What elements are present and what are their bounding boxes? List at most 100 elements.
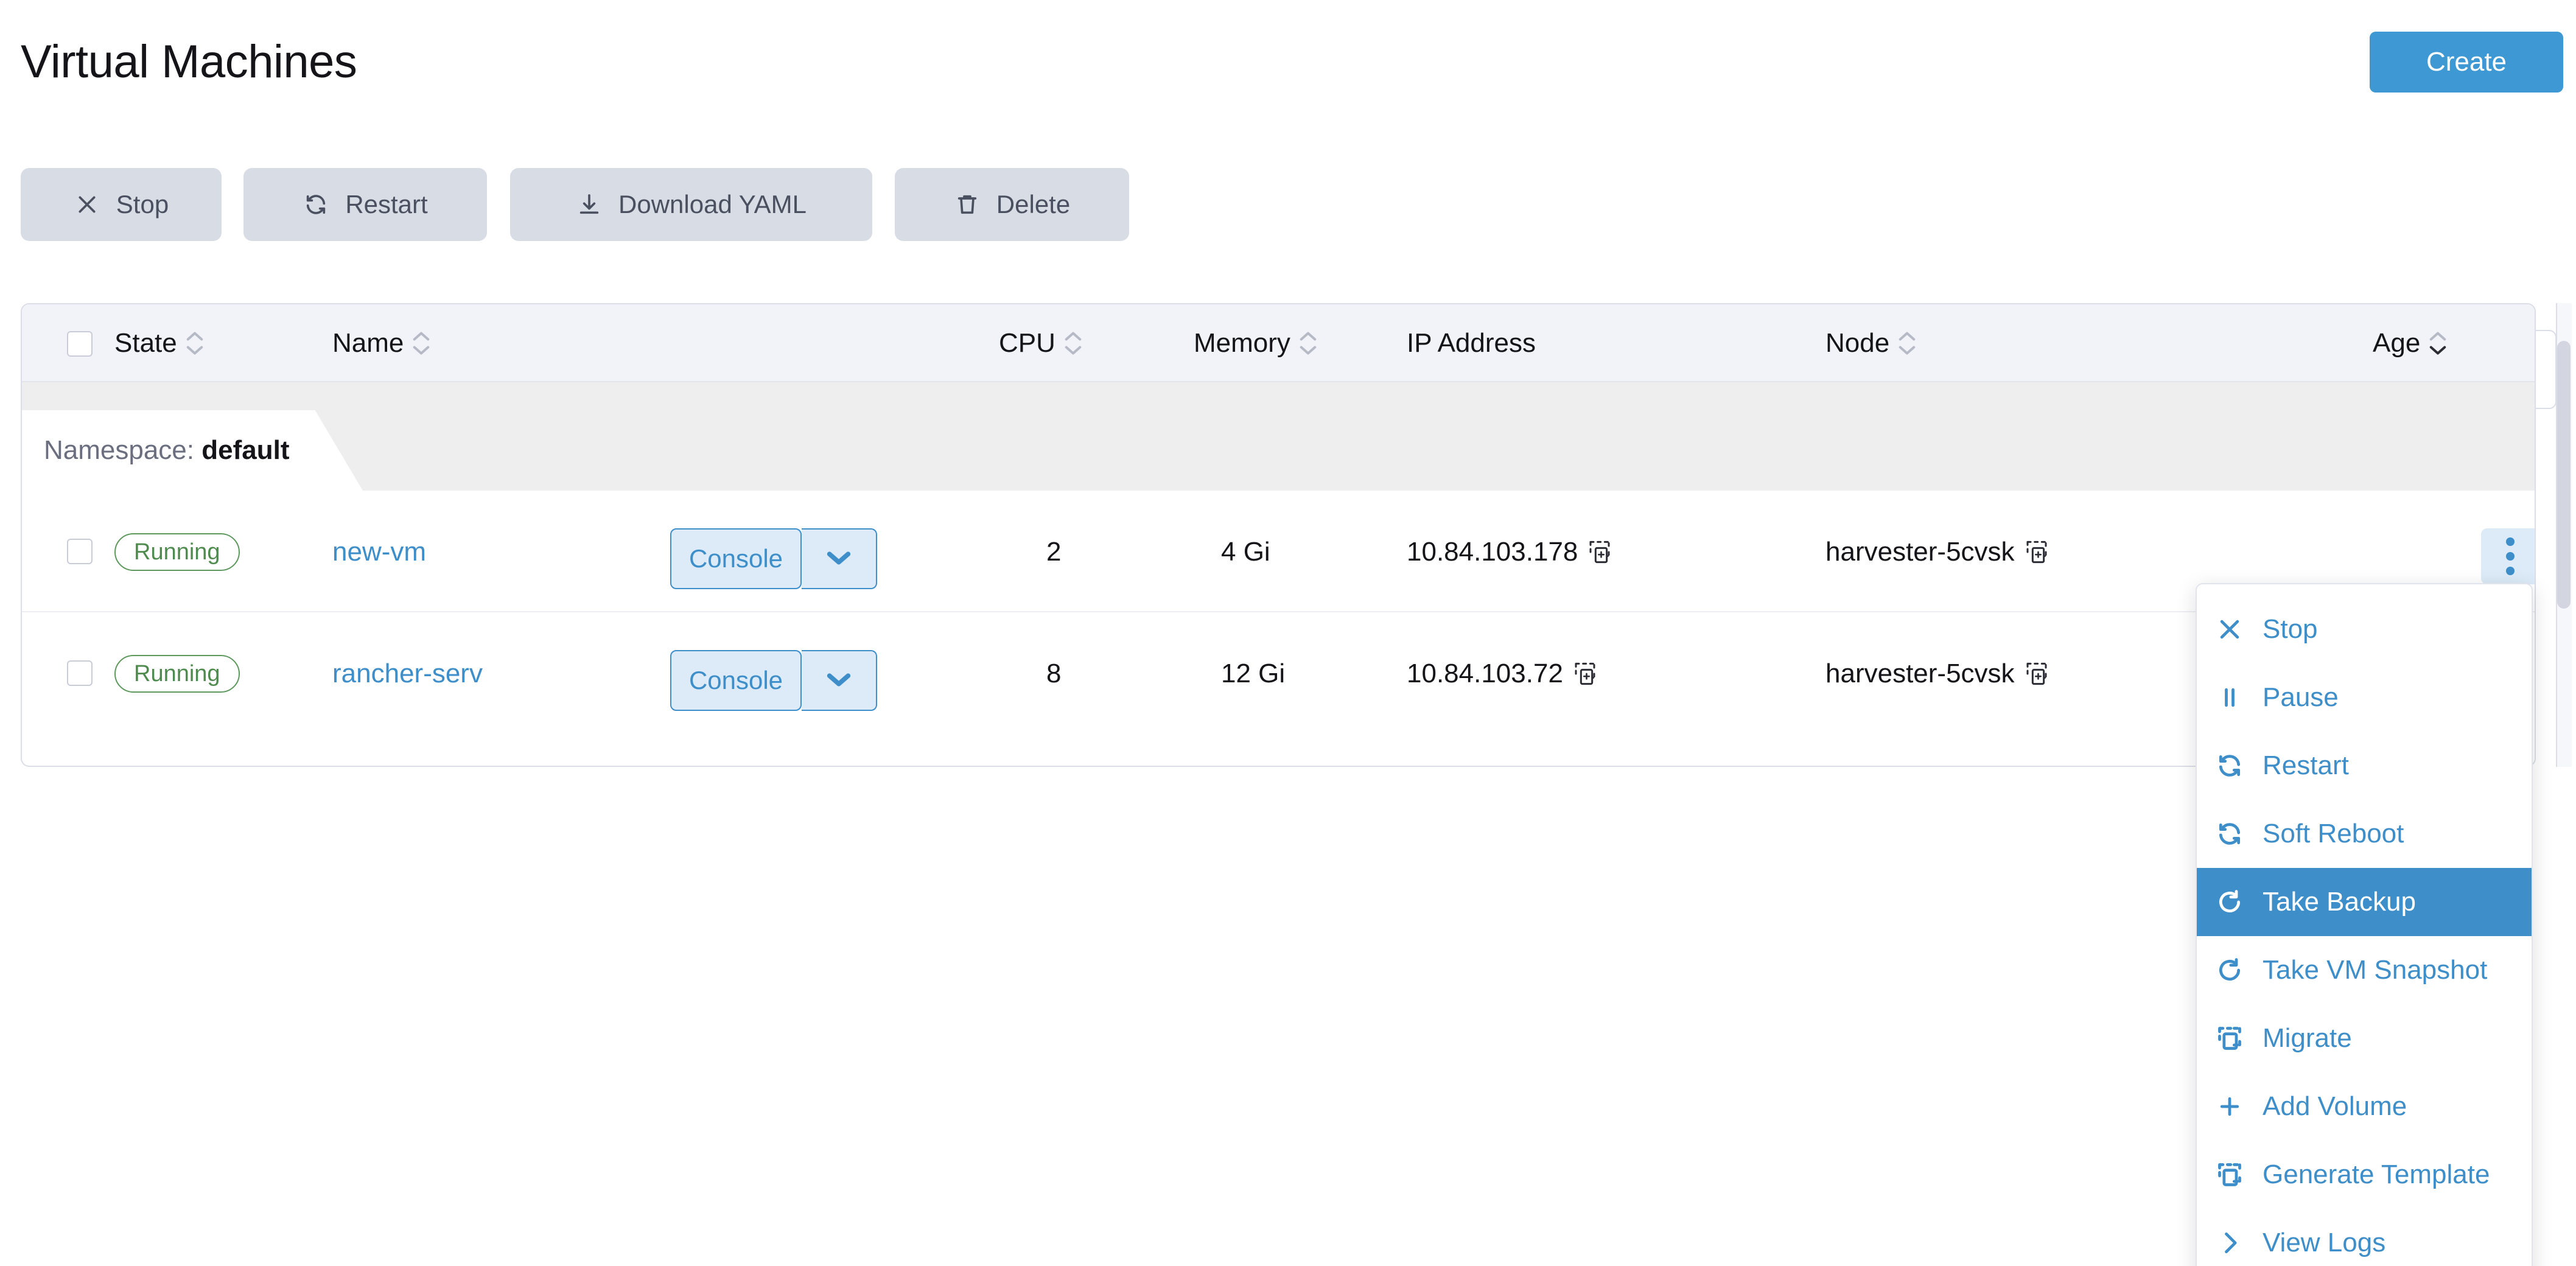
delete-button-label: Delete [996, 190, 1070, 219]
column-header-age[interactable]: Age [2373, 304, 2447, 382]
column-header-node-label: Node [1825, 304, 1889, 382]
vertical-scrollbar-thumb[interactable] [2557, 341, 2571, 609]
node-value: harvester-5cvsk [1825, 533, 2015, 571]
menu-item-stop-label: Stop [2263, 616, 2318, 643]
copy-dashed-icon [2197, 1161, 2263, 1188]
namespace-group-tab: Namespace: default [22, 410, 363, 491]
menu-item-take-vm-snapshot-label: Take VM Snapshot [2263, 957, 2487, 984]
row-actions-button[interactable] [2481, 528, 2536, 584]
node-cell: harvester-5cvsk [1825, 533, 2049, 571]
rotate-ccw-icon [2197, 957, 2263, 984]
console-dropdown-toggle[interactable] [802, 650, 877, 711]
memory-value: 4 Gi [1221, 533, 1270, 571]
namespace-label: Namespace: [44, 435, 194, 465]
column-header-state[interactable]: State [114, 304, 204, 382]
page-header: Virtual Machines Create [0, 0, 2576, 146]
column-header-memory-label: Memory [1194, 304, 1290, 382]
column-header-name-label: Name [332, 304, 404, 382]
create-button[interactable]: Create [2370, 32, 2563, 93]
console-dropdown-toggle[interactable] [802, 528, 877, 589]
refresh-icon [2197, 820, 2263, 847]
table-row: Running new-vm Console 2 4 Gi 10.84.103.… [22, 491, 2535, 612]
refresh-icon [303, 191, 329, 218]
row-select-checkbox[interactable] [67, 660, 93, 686]
restart-button-label: Restart [345, 190, 427, 219]
pause-icon [2197, 684, 2263, 711]
column-header-cpu[interactable]: CPU [999, 304, 1082, 382]
menu-item-pause[interactable]: Pause [2197, 663, 2532, 732]
sort-toggle-age[interactable] [2429, 330, 2447, 356]
menu-item-add-volume-label: Add Volume [2263, 1093, 2407, 1120]
column-header-cpu-label: CPU [999, 304, 1055, 382]
plus-icon [2197, 1093, 2263, 1120]
sort-toggle-name[interactable] [412, 330, 430, 356]
copy-dashed-icon [2197, 1025, 2263, 1052]
stop-button[interactable]: Stop [21, 168, 222, 241]
sort-toggle-state[interactable] [186, 330, 204, 356]
chevron-right-icon [2197, 1229, 2263, 1256]
menu-item-take-backup-label: Take Backup [2263, 889, 2416, 915]
namespace-group-text: Namespace: default [44, 435, 289, 466]
virtual-machines-page: Virtual Machines Create Stop Restart [0, 0, 2576, 1266]
ip-address-cell: 10.84.103.72 [1407, 655, 1597, 693]
menu-item-pause-label: Pause [2263, 684, 2339, 711]
console-button[interactable]: Console [670, 650, 802, 711]
trash-icon [954, 191, 981, 218]
row-select-checkbox[interactable] [67, 539, 93, 564]
menu-item-view-logs[interactable]: View Logs [2197, 1209, 2532, 1266]
sort-toggle-node[interactable] [1898, 330, 1916, 356]
column-header-memory[interactable]: Memory [1194, 304, 1317, 382]
column-header-ip-address: IP Address [1407, 304, 1536, 382]
console-button[interactable]: Console [670, 528, 802, 589]
node-cell: harvester-5cvsk [1825, 655, 2049, 693]
close-icon [2197, 616, 2263, 643]
refresh-icon [2197, 752, 2263, 779]
chevron-down-icon [825, 548, 853, 570]
menu-item-migrate-label: Migrate [2263, 1025, 2352, 1052]
status-badge: Running [114, 655, 240, 693]
column-header-ip-address-label: IP Address [1407, 304, 1536, 382]
copy-icon[interactable] [1587, 539, 1612, 565]
sort-toggle-cpu[interactable] [1064, 330, 1082, 356]
menu-item-restart-label: Restart [2263, 752, 2349, 779]
cpu-value: 8 [1046, 655, 1061, 693]
menu-item-view-logs-label: View Logs [2263, 1229, 2385, 1256]
ip-address-value: 10.84.103.178 [1407, 533, 1578, 571]
download-yaml-button-label: Download YAML [618, 190, 807, 219]
menu-item-stop[interactable]: Stop [2197, 595, 2532, 663]
status-badge: Running [114, 533, 240, 571]
kebab-icon [2506, 537, 2515, 575]
menu-item-add-volume[interactable]: Add Volume [2197, 1072, 2532, 1141]
action-toolbar: Stop Restart Download YAML [0, 168, 2576, 259]
download-yaml-button[interactable]: Download YAML [510, 168, 872, 241]
menu-item-migrate[interactable]: Migrate [2197, 1004, 2532, 1072]
select-all-checkbox[interactable] [67, 331, 93, 357]
restart-button[interactable]: Restart [243, 168, 487, 241]
download-icon [576, 191, 603, 218]
column-header-node[interactable]: Node [1825, 304, 1916, 382]
copy-icon[interactable] [2025, 539, 2049, 565]
menu-item-take-backup[interactable]: Take Backup [2197, 868, 2532, 936]
page-title: Virtual Machines [21, 35, 357, 88]
stop-button-label: Stop [116, 190, 169, 219]
menu-item-generate-template[interactable]: Generate Template [2197, 1141, 2532, 1209]
copy-icon[interactable] [1573, 660, 1597, 687]
chevron-down-icon [825, 670, 853, 691]
menu-item-generate-template-label: Generate Template [2263, 1161, 2490, 1188]
column-header-name[interactable]: Name [332, 304, 430, 382]
vm-name-link[interactable]: new-vm [332, 533, 426, 571]
delete-button[interactable]: Delete [895, 168, 1129, 241]
menu-item-restart[interactable]: Restart [2197, 732, 2532, 800]
vm-table: State Name CPU [21, 303, 2536, 767]
menu-item-soft-reboot[interactable]: Soft Reboot [2197, 800, 2532, 868]
node-value: harvester-5cvsk [1825, 655, 2015, 693]
vm-name-link[interactable]: rancher-serv [332, 655, 483, 693]
sort-toggle-memory[interactable] [1299, 330, 1317, 356]
table-row: Running rancher-serv Console 8 12 Gi 10.… [22, 612, 2535, 734]
rotate-ccw-icon [2197, 889, 2263, 915]
column-header-state-label: State [114, 304, 177, 382]
menu-item-take-vm-snapshot[interactable]: Take VM Snapshot [2197, 936, 2532, 1004]
copy-icon[interactable] [2025, 660, 2049, 687]
column-header-age-label: Age [2373, 304, 2420, 382]
ip-address-cell: 10.84.103.178 [1407, 533, 1612, 571]
